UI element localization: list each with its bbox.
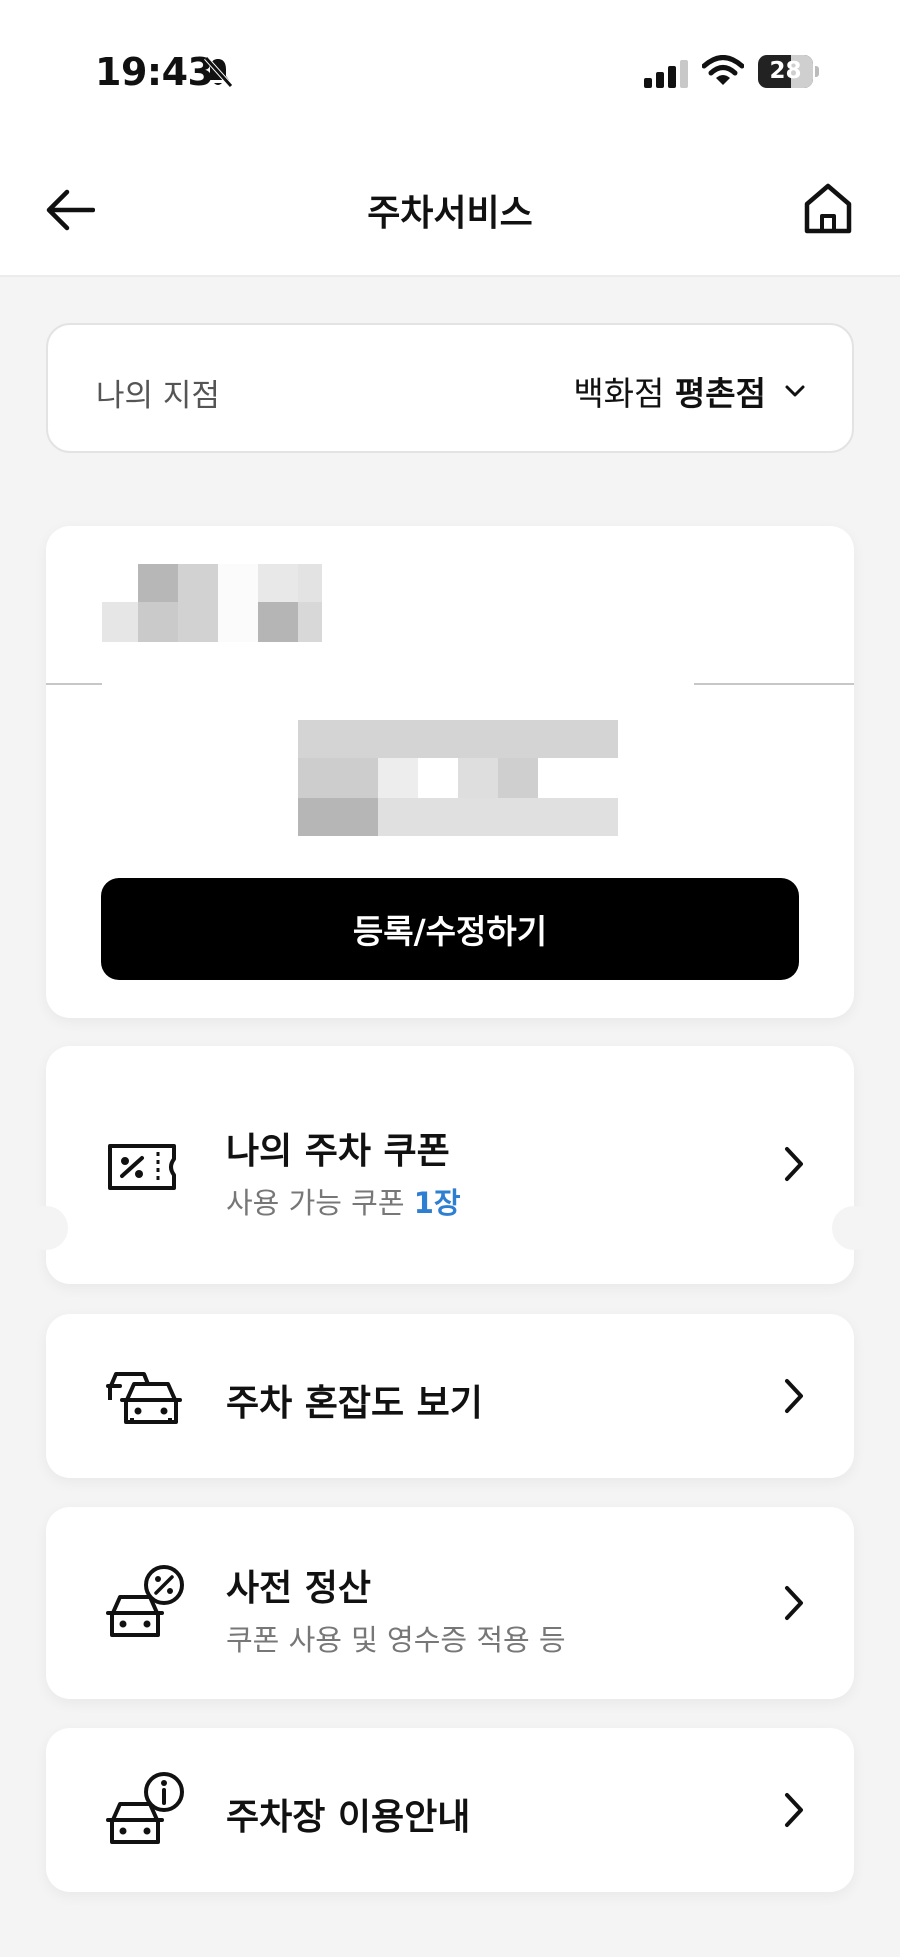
- congestion-card[interactable]: 주차 혼잡도 보기: [46, 1314, 854, 1478]
- ticket-notch-right: [832, 1206, 876, 1250]
- ticket-notch-left: [24, 1206, 68, 1250]
- coupon-count: 1장: [413, 1186, 461, 1220]
- register-edit-button[interactable]: 등록/수정하기: [101, 878, 799, 980]
- prepay-card[interactable]: 사전 정산 쿠폰 사용 및 영수증 적용 등: [46, 1507, 854, 1699]
- coupon-title: 나의 주차 쿠폰: [226, 1131, 450, 1172]
- blurred-vehicle-name: [102, 564, 322, 644]
- chevron-right-icon: [785, 1147, 803, 1181]
- chevron-right-icon: [785, 1586, 803, 1620]
- congestion-title: 주차 혼잡도 보기: [226, 1383, 483, 1424]
- chevron-right-icon: [785, 1793, 803, 1827]
- cellular-signal-icon: [644, 60, 690, 92]
- branch-value: 백화점 평촌점: [573, 374, 766, 413]
- chevron-right-icon: [785, 1379, 803, 1413]
- blurred-vehicle-number: [298, 720, 618, 836]
- coupon-ticket-icon: [108, 1144, 176, 1190]
- battery-level: 28: [769, 58, 802, 84]
- parking-guide-title: 주차장 이용안내: [226, 1797, 471, 1838]
- status-bar: 19:43 28: [0, 0, 900, 150]
- branch-selector[interactable]: 나의 지점 백화점 평촌점: [46, 323, 854, 453]
- wifi-icon: [701, 55, 745, 91]
- chevron-down-icon: [785, 385, 805, 397]
- coupon-card[interactable]: 나의 주차 쿠폰 사용 가능 쿠폰 1장: [24, 1046, 876, 1284]
- vehicle-card: 등록/수정하기: [46, 526, 854, 1018]
- parking-guide-card[interactable]: 주차장 이용안내: [46, 1728, 854, 1892]
- status-time: 19:43: [95, 50, 214, 94]
- coupon-subtitle: 사용 가능 쿠폰 1장: [226, 1186, 461, 1220]
- page-title: 주차서비스: [367, 193, 533, 234]
- prepay-title: 사전 정산: [226, 1568, 372, 1609]
- home-icon: [804, 183, 852, 234]
- battery-icon: 28: [758, 55, 819, 88]
- home-button[interactable]: [798, 178, 858, 238]
- cars-icon: [106, 1372, 182, 1424]
- divider-right: [694, 683, 854, 685]
- branch-dropdown[interactable]: 백화점 평촌점: [573, 367, 806, 415]
- bell-muted-icon: [203, 55, 233, 93]
- app-header: 주차서비스: [0, 150, 900, 277]
- car-discount-icon: [106, 1565, 184, 1637]
- divider-left: [46, 683, 102, 685]
- branch-label: 나의 지점: [96, 378, 220, 414]
- prepay-subtitle: 쿠폰 사용 및 영수증 적용 등: [226, 1623, 566, 1657]
- car-info-icon: [106, 1772, 184, 1844]
